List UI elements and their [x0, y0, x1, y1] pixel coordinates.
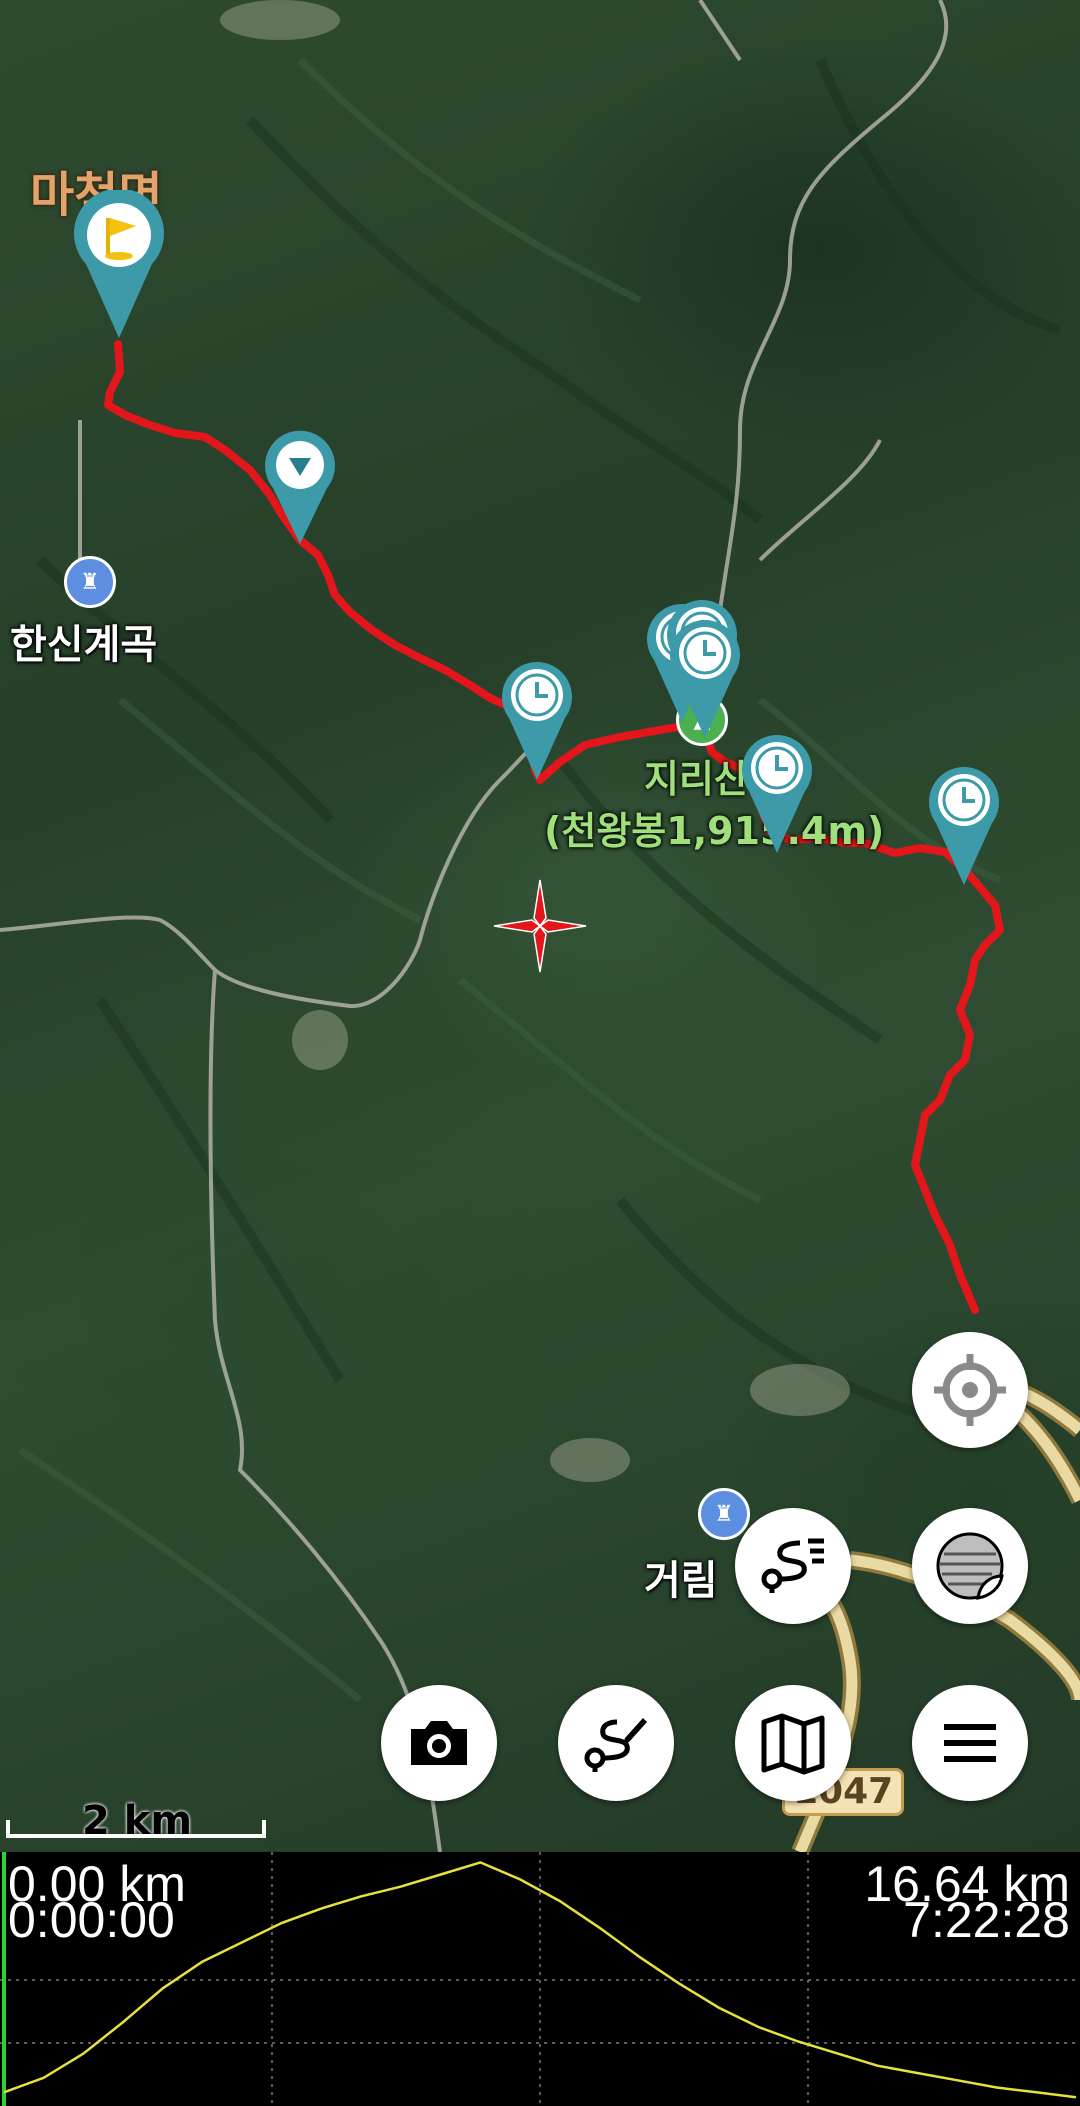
- map-select-button[interactable]: [735, 1685, 851, 1801]
- start-flag-marker[interactable]: [74, 190, 164, 340]
- map-view[interactable]: 마천면 ♜ 한신계곡 ▲ 지리산 (천왕봉1,915.4m) ♜ 거림: [0, 0, 1080, 1852]
- layers-button[interactable]: [912, 1508, 1028, 1624]
- camera-button[interactable]: [381, 1685, 497, 1801]
- route-edit-icon: [584, 1718, 647, 1772]
- end-time: 7:22:28: [903, 1892, 1070, 1948]
- menu-icon: [944, 1724, 996, 1762]
- time-marker[interactable]: [502, 660, 572, 782]
- place-label-lower: 거림: [644, 1558, 718, 1604]
- route-list-button[interactable]: [735, 1508, 851, 1624]
- place-label-peak: 지리산: [644, 757, 749, 801]
- draw-route-button[interactable]: [558, 1685, 674, 1801]
- direction-marker[interactable]: [265, 430, 335, 545]
- place-label-peak-elevation: (천왕봉1,915.4m): [544, 809, 885, 853]
- time-marker[interactable]: [670, 618, 740, 740]
- start-time: 0:00:00: [8, 1892, 175, 1948]
- layers-icon: [936, 1532, 1004, 1600]
- route-list-icon: [761, 1538, 824, 1593]
- camera-icon: [411, 1721, 467, 1765]
- map-icon: [761, 1713, 825, 1775]
- time-marker[interactable]: [742, 733, 812, 855]
- app-screen: 마천면 ♜ 한신계곡 ▲ 지리산 (천왕봉1,915.4m) ♜ 거림: [0, 0, 1080, 2106]
- scale-bar-label: 2 km: [82, 1798, 193, 1844]
- place-label-valley: 한신계곡: [10, 622, 158, 668]
- elevation-profile-panel[interactable]: 0.00 km 0:00:00 16.64 km 7:22:28: [0, 1852, 1080, 2106]
- locate-button[interactable]: [912, 1332, 1028, 1448]
- map-center-crosshair: [493, 879, 587, 973]
- crosshair-icon: [934, 1354, 1006, 1426]
- landmark-icon[interactable]: ♜: [64, 556, 116, 608]
- landmark-icon[interactable]: ♜: [698, 1488, 750, 1540]
- menu-button[interactable]: [912, 1685, 1028, 1801]
- time-marker[interactable]: [929, 765, 999, 887]
